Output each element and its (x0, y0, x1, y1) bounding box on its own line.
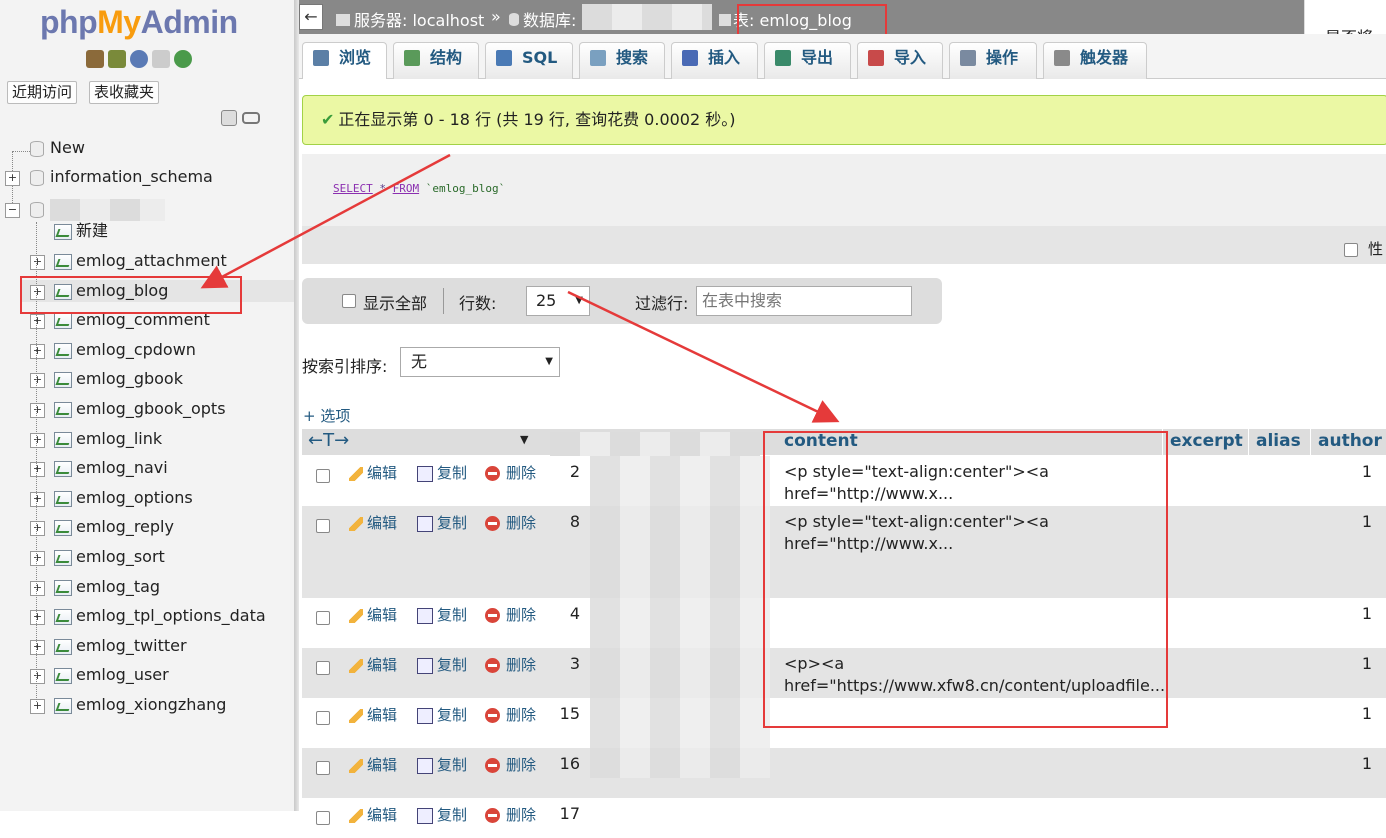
annotation-arrow (200, 153, 451, 289)
annotation-arrow (567, 290, 840, 423)
annotation-arrows (200, 153, 840, 423)
row-checkbox[interactable] (316, 811, 330, 825)
